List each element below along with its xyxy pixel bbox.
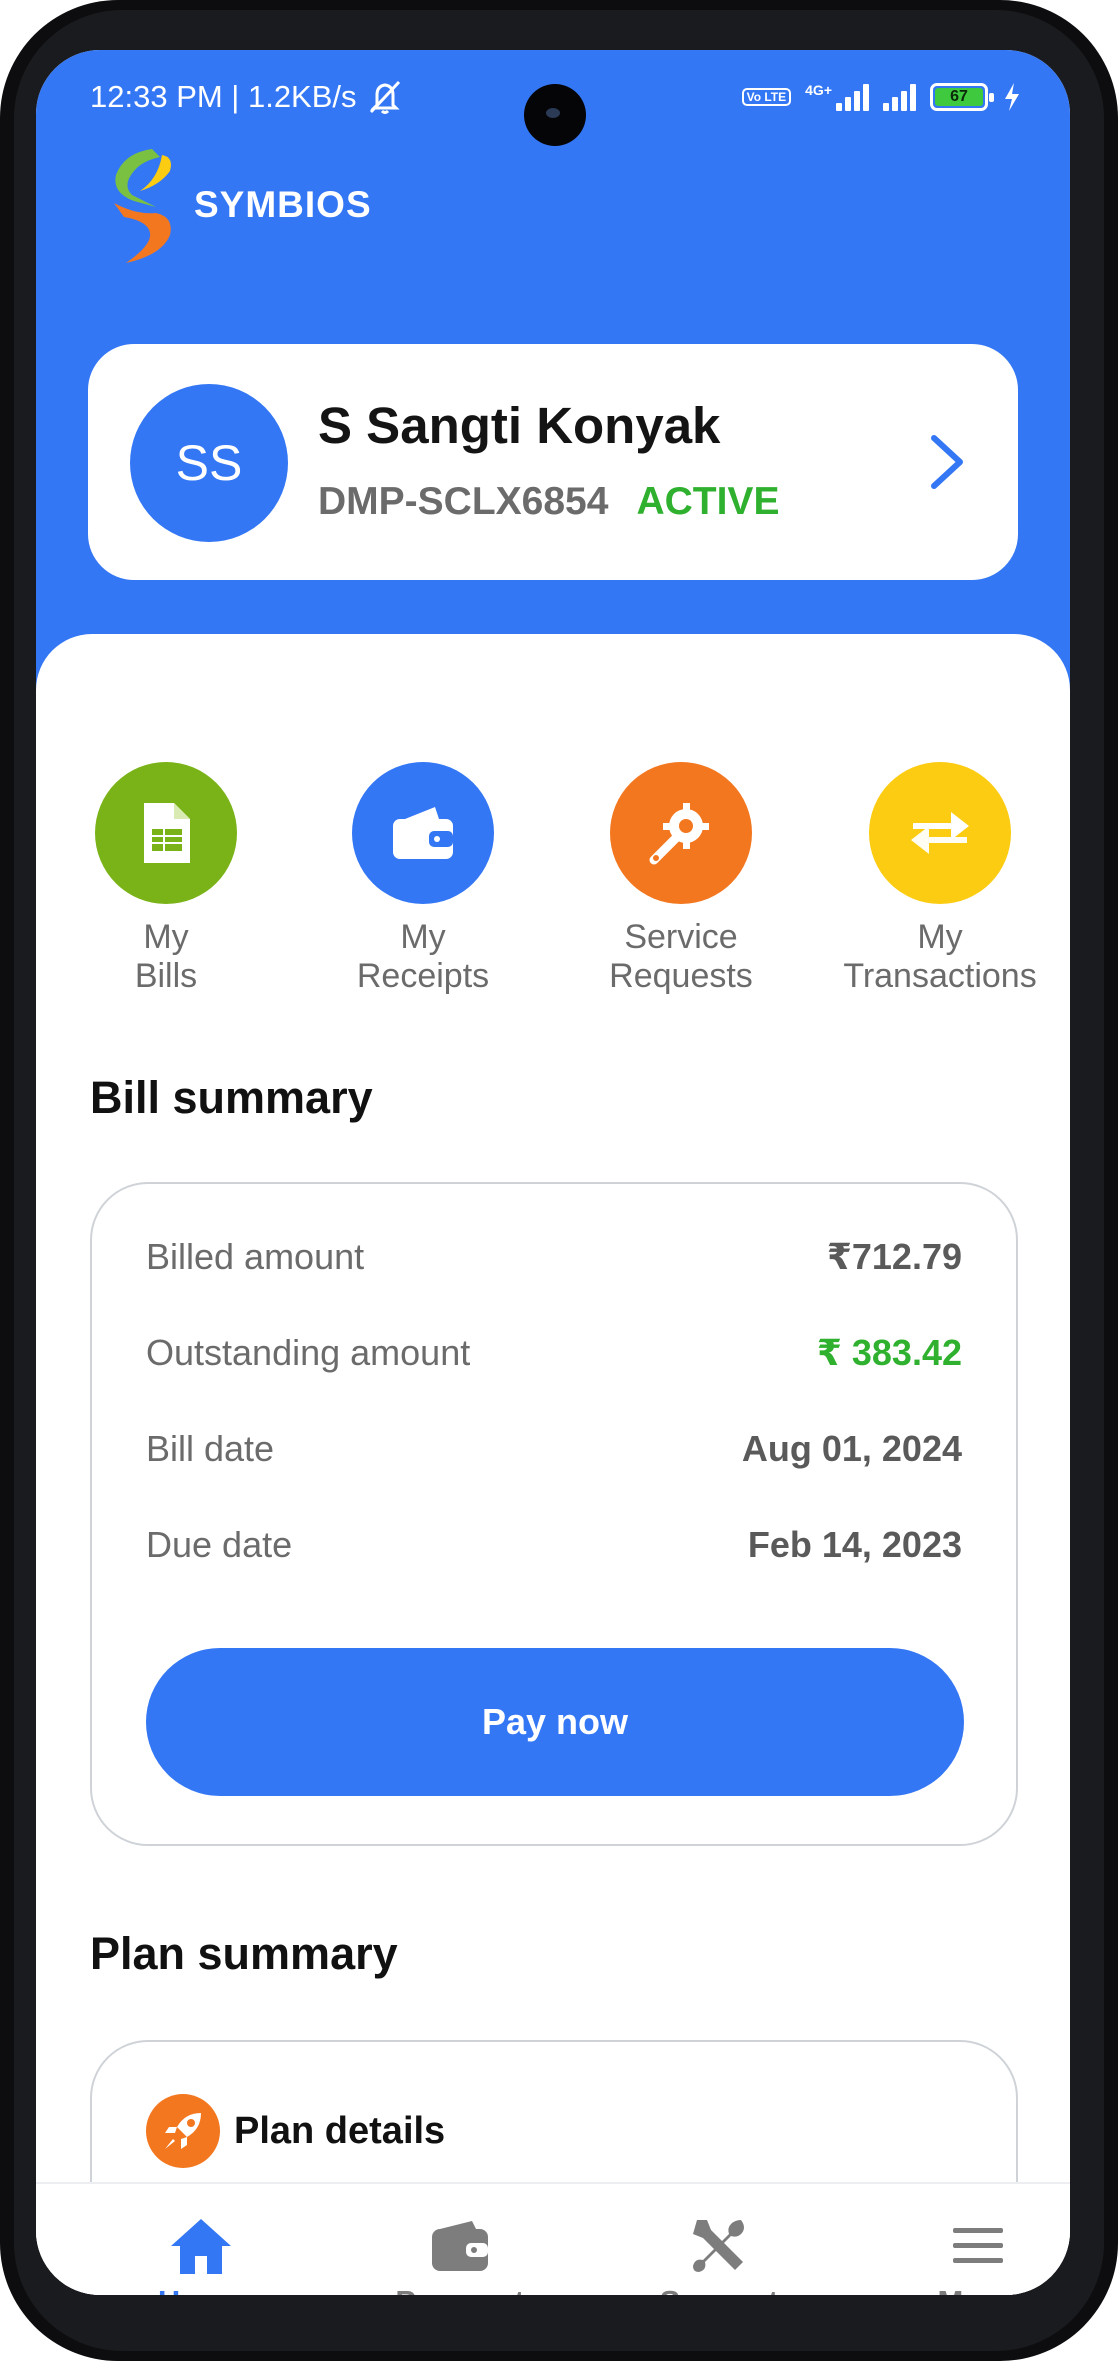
quick-action-label: My xyxy=(400,918,446,956)
avatar: SS xyxy=(130,384,288,542)
bill-row-outstanding-amount: Outstanding amount ₹ 383.42 xyxy=(146,1328,962,1378)
plan-summary-title: Plan summary xyxy=(90,1928,398,1979)
status-badge: ACTIVE xyxy=(636,480,780,523)
battery-level: 67 xyxy=(935,88,983,106)
bill-summary-title: Bill summary xyxy=(90,1072,373,1123)
battery-icon: 67 xyxy=(930,83,994,111)
bill-row-value: Aug 01, 2024 xyxy=(741,1428,962,1469)
volte-badge: Vo LTE xyxy=(741,88,792,106)
phone-frame: 12:33 PM | 1.2KB/s Vo LTE 4G+ 67 SYMBIOS… xyxy=(0,0,1118,2361)
bill-row-due-date: Due date Feb 14, 2023 xyxy=(146,1520,962,1570)
quick-action-icon-bg xyxy=(352,762,494,904)
gear-wrench-icon xyxy=(649,803,709,865)
wallet-icon xyxy=(393,807,453,859)
nav-menu[interactable]: Menu xyxy=(868,2214,1070,2295)
quick-action-label: Service xyxy=(624,918,738,956)
status-bar: 12:33 PM | 1.2KB/s Vo LTE 4G+ 67 xyxy=(36,74,1070,146)
quick-action-label: My xyxy=(917,918,963,956)
bill-row-value: Feb 14, 2023 xyxy=(747,1524,962,1565)
home-icon xyxy=(91,2214,311,2278)
symbios-logo-icon xyxy=(114,149,171,263)
swap-arrows-icon xyxy=(911,812,969,854)
nav-label: Home xyxy=(91,2284,311,2295)
mute-bell-icon xyxy=(369,80,400,114)
network-type: 4G+ xyxy=(805,82,832,98)
status-time: 12:33 PM | 1.2KB/s xyxy=(90,79,357,114)
nav-label: Menu xyxy=(868,2284,1070,2295)
quick-action-my-bills[interactable]: My Bills xyxy=(51,762,281,996)
bill-row-label: Due date xyxy=(146,1524,293,1565)
quick-action-icon-bg xyxy=(610,762,752,904)
signal-strength-icon xyxy=(836,83,869,111)
bill-summary-card: Billed amount ₹712.79 Outstanding amount… xyxy=(90,1182,1018,1846)
quick-action-label: Transactions xyxy=(843,957,1037,995)
quick-action-label: Requests xyxy=(609,957,753,995)
nav-payment[interactable]: Payment xyxy=(350,2214,570,2295)
rocket-icon xyxy=(146,2094,220,2168)
bill-row-label: Bill date xyxy=(146,1428,275,1469)
signal-strength-icon-2 xyxy=(883,83,916,111)
chevron-right-icon[interactable] xyxy=(920,432,972,492)
wallet-icon xyxy=(350,2214,570,2278)
bottom-navigation: Home Payment xyxy=(36,2182,1070,2295)
bill-row-billed-amount: Billed amount ₹712.79 xyxy=(146,1232,962,1282)
pay-now-button[interactable]: Pay now xyxy=(146,1648,964,1796)
quick-action-my-transactions[interactable]: My Transactions xyxy=(825,762,1055,996)
bill-row-bill-date: Bill date Aug 01, 2024 xyxy=(146,1424,962,1474)
charging-bolt-icon xyxy=(1005,83,1019,111)
nav-label: Support xyxy=(609,2284,829,2295)
app-screen: 12:33 PM | 1.2KB/s Vo LTE 4G+ 67 SYMBIOS… xyxy=(36,50,1070,2295)
nav-home[interactable]: Home xyxy=(91,2214,311,2295)
quick-action-my-receipts[interactable]: My Receipts xyxy=(308,762,538,996)
quick-action-icon-bg xyxy=(869,762,1011,904)
bill-document-icon xyxy=(144,803,190,863)
tools-icon xyxy=(609,2214,829,2278)
quick-action-service-requests[interactable]: Service Requests xyxy=(566,762,796,996)
quick-action-label: Receipts xyxy=(356,957,490,995)
hamburger-menu-icon xyxy=(868,2214,1070,2278)
quick-action-icon-bg xyxy=(95,762,237,904)
bill-row-value: ₹ 383.42 xyxy=(816,1332,962,1373)
nav-label: Payment xyxy=(350,2284,570,2295)
plan-details-title: Plan details xyxy=(234,2109,446,2152)
quick-action-label: Bills xyxy=(134,957,198,995)
brand-logo: SYMBIOS xyxy=(104,140,372,270)
bill-row-label: Billed amount xyxy=(146,1236,365,1277)
account-id: DMP-SCLX6854 xyxy=(318,480,609,523)
quick-action-label: My xyxy=(143,918,189,956)
account-name: S Sangti Konyak xyxy=(318,397,721,454)
nav-support[interactable]: Support xyxy=(609,2214,829,2295)
front-camera xyxy=(524,84,586,146)
account-card[interactable]: SS S Sangti Konyak DMP-SCLX6854 ACTIVE xyxy=(88,344,1018,580)
bill-row-value: ₹712.79 xyxy=(826,1236,962,1277)
brand-name: SYMBIOS xyxy=(194,184,372,225)
bill-row-label: Outstanding amount xyxy=(146,1332,471,1373)
